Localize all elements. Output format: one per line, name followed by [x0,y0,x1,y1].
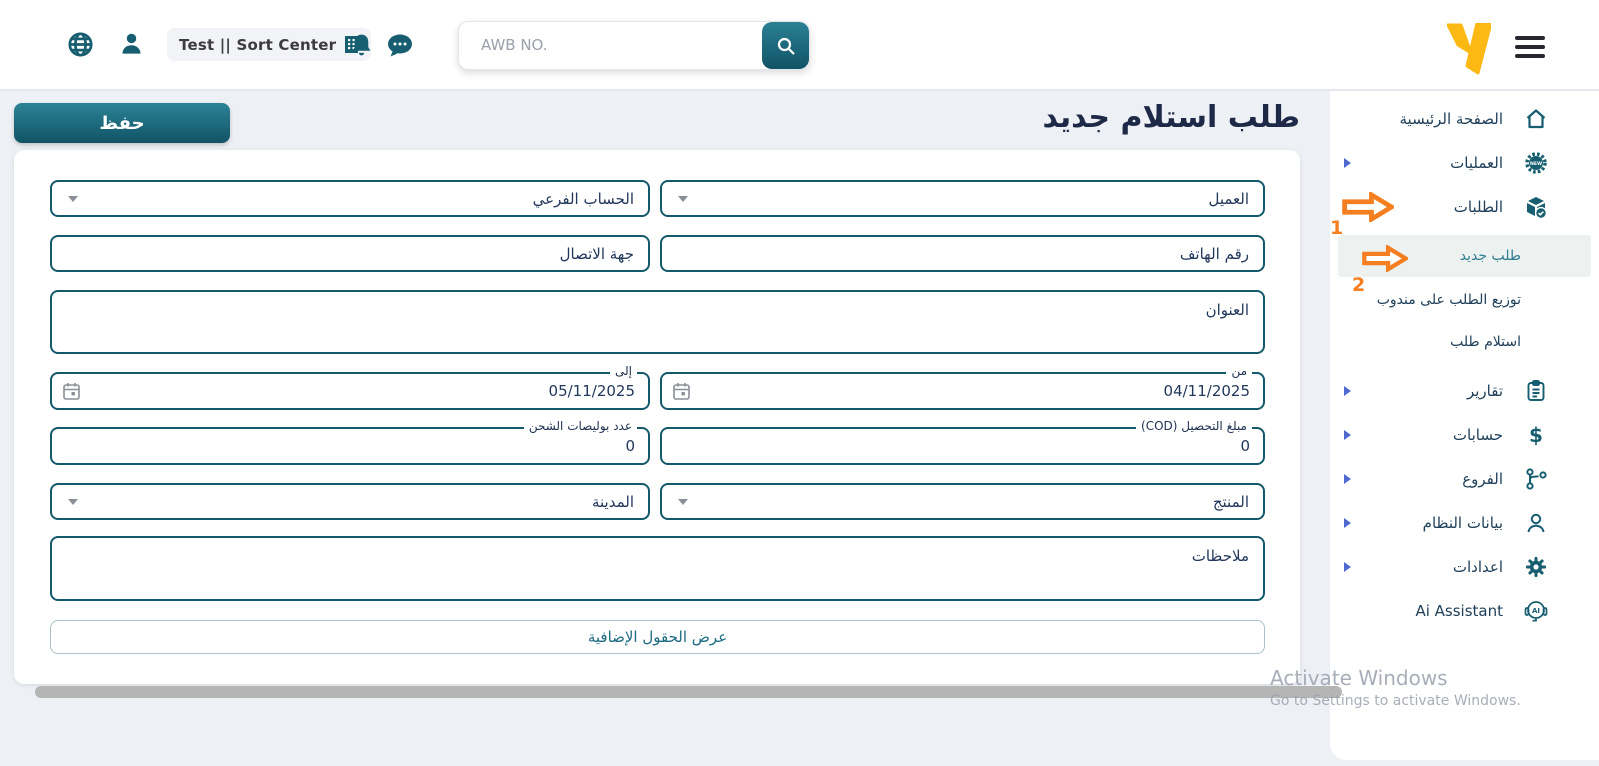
sub-account-select-placeholder: الحساب الفرعي [532,189,634,208]
chat-icon[interactable] [387,33,413,62]
collapse-left-icon [1344,518,1351,528]
svg-text:NEW: NEW [1530,161,1542,167]
from-date-field: من [660,364,1265,410]
sidebar-item-label: تقارير [1466,382,1503,400]
horizontal-scrollbar-thumb[interactable] [35,686,1342,698]
sidebar-item-label: توزيع الطلب على مندوب [1376,292,1521,308]
city-select-placeholder: المدينة [591,492,634,511]
save-button[interactable]: حفظ [14,103,230,143]
sidebar-item-system-data[interactable]: بيانات النظام [1330,501,1599,545]
sidebar-item-reports[interactable]: تقارير [1330,369,1599,413]
annotation-number-2: 2 [1352,274,1366,296]
branches-icon [1523,466,1549,492]
watermark-line2: Go to Settings to activate Windows. [1270,693,1521,709]
svg-text:AI: AI [1532,607,1540,615]
from-date-input[interactable] [662,374,1263,408]
to-date-input[interactable] [52,374,648,408]
globe-icon[interactable] [67,31,94,62]
sidebar-item-operations[interactable]: NEW العمليات [1330,141,1599,185]
sidebar-item-label: العمليات [1450,154,1503,172]
app-window: Test || Sort Center AWB NO. الصفحة الرئي… [0,0,1599,766]
home-icon [1523,106,1549,132]
annotation-number-1: 1 [1330,217,1344,239]
chevron-down-icon [678,498,688,505]
address-textarea[interactable] [50,290,1265,354]
sidebar-item-label: Ai Assistant [1415,602,1503,620]
city-select[interactable]: المدينة [50,483,650,520]
cod-amount-input[interactable] [662,429,1263,463]
calendar-icon[interactable] [63,382,80,400]
sidebar-subitem-receive-request[interactable]: استلام طلب [1330,321,1599,363]
sidebar-item-label: الصفحة الرئيسية [1399,110,1504,128]
collapse-left-icon [1344,562,1351,572]
operations-badge-icon: NEW [1523,150,1549,176]
brand-logo [1446,21,1493,79]
workspace-chip-label: Test || Sort Center [179,35,337,54]
user-icon[interactable] [118,30,145,61]
sub-account-select[interactable]: الحساب الفرعي [50,180,650,217]
ai-headset-icon: AI [1523,598,1549,624]
bills-count-field: عدد بوليصات الشحن [50,419,650,465]
phone-input[interactable] [660,235,1265,272]
collapse-left-icon [1344,430,1351,440]
notes-textarea[interactable] [50,536,1265,601]
new-pickup-request-form: العميل الحساب الفرعي من إلى [14,150,1300,684]
orders-box-icon [1523,194,1549,220]
product-select-placeholder: المنتج [1212,492,1249,511]
sidebar-item-home[interactable]: الصفحة الرئيسية [1330,97,1599,141]
collapse-left-icon [1344,386,1351,396]
menu-button[interactable] [1515,36,1545,58]
notifications-bell-icon[interactable] [349,32,374,62]
search-button[interactable] [762,22,809,69]
svg-text:$: $ [1529,423,1543,447]
reports-clipboard-icon [1523,378,1549,404]
sidebar-item-settings[interactable]: اعدادات [1330,545,1599,589]
watermark-line1: Activate Windows [1270,666,1448,690]
chevron-down-icon [68,195,78,202]
person-outline-icon [1523,510,1549,536]
annotation-arrow-2 [1362,245,1408,272]
show-additional-fields-button[interactable]: عرض الحقول الإضافية [50,620,1265,654]
sidebar-item-label: الفروع [1462,470,1503,488]
topbar: Test || Sort Center [0,0,1599,91]
client-select-placeholder: العميل [1208,189,1249,208]
sidebar-item-ai-assistant[interactable]: AI Ai Assistant [1330,589,1599,633]
to-date-field: إلى [50,364,650,410]
sidebar-item-label: حسابات [1452,426,1503,444]
cod-amount-field: مبلغ التحصيل (COD) [660,419,1265,465]
chevron-down-icon [68,498,78,505]
collapse-left-icon [1344,474,1351,484]
product-select[interactable]: المنتج [660,483,1265,520]
client-select[interactable]: العميل [660,180,1265,217]
awb-search-input[interactable] [459,22,771,67]
activate-windows-watermark: Activate Windows Go to Settings to activ… [1270,666,1521,709]
awb-search [458,21,810,70]
search-icon [777,37,795,55]
sidebar-item-branches[interactable]: الفروع [1330,457,1599,501]
sidebar-item-label: اعدادات [1452,558,1503,576]
bills-count-input[interactable] [52,429,648,463]
workspace-chip[interactable]: Test || Sort Center [167,28,372,61]
contact-input[interactable] [50,235,650,272]
sidebar-item-label: استلام طلب [1450,334,1521,350]
annotation-arrow-1 [1342,192,1394,222]
sidebar-item-accounts[interactable]: $ حسابات [1330,413,1599,457]
sidebar-subitem-distribute-request[interactable]: توزيع الطلب على مندوب [1330,279,1599,321]
collapse-left-icon [1344,158,1351,168]
sidebar-item-label: بيانات النظام [1422,514,1503,532]
gear-icon [1523,554,1549,580]
dollar-icon: $ [1523,422,1549,448]
page-title: طلب استلام جديد [1042,100,1301,135]
chevron-down-icon [678,195,688,202]
calendar-icon[interactable] [673,382,690,400]
